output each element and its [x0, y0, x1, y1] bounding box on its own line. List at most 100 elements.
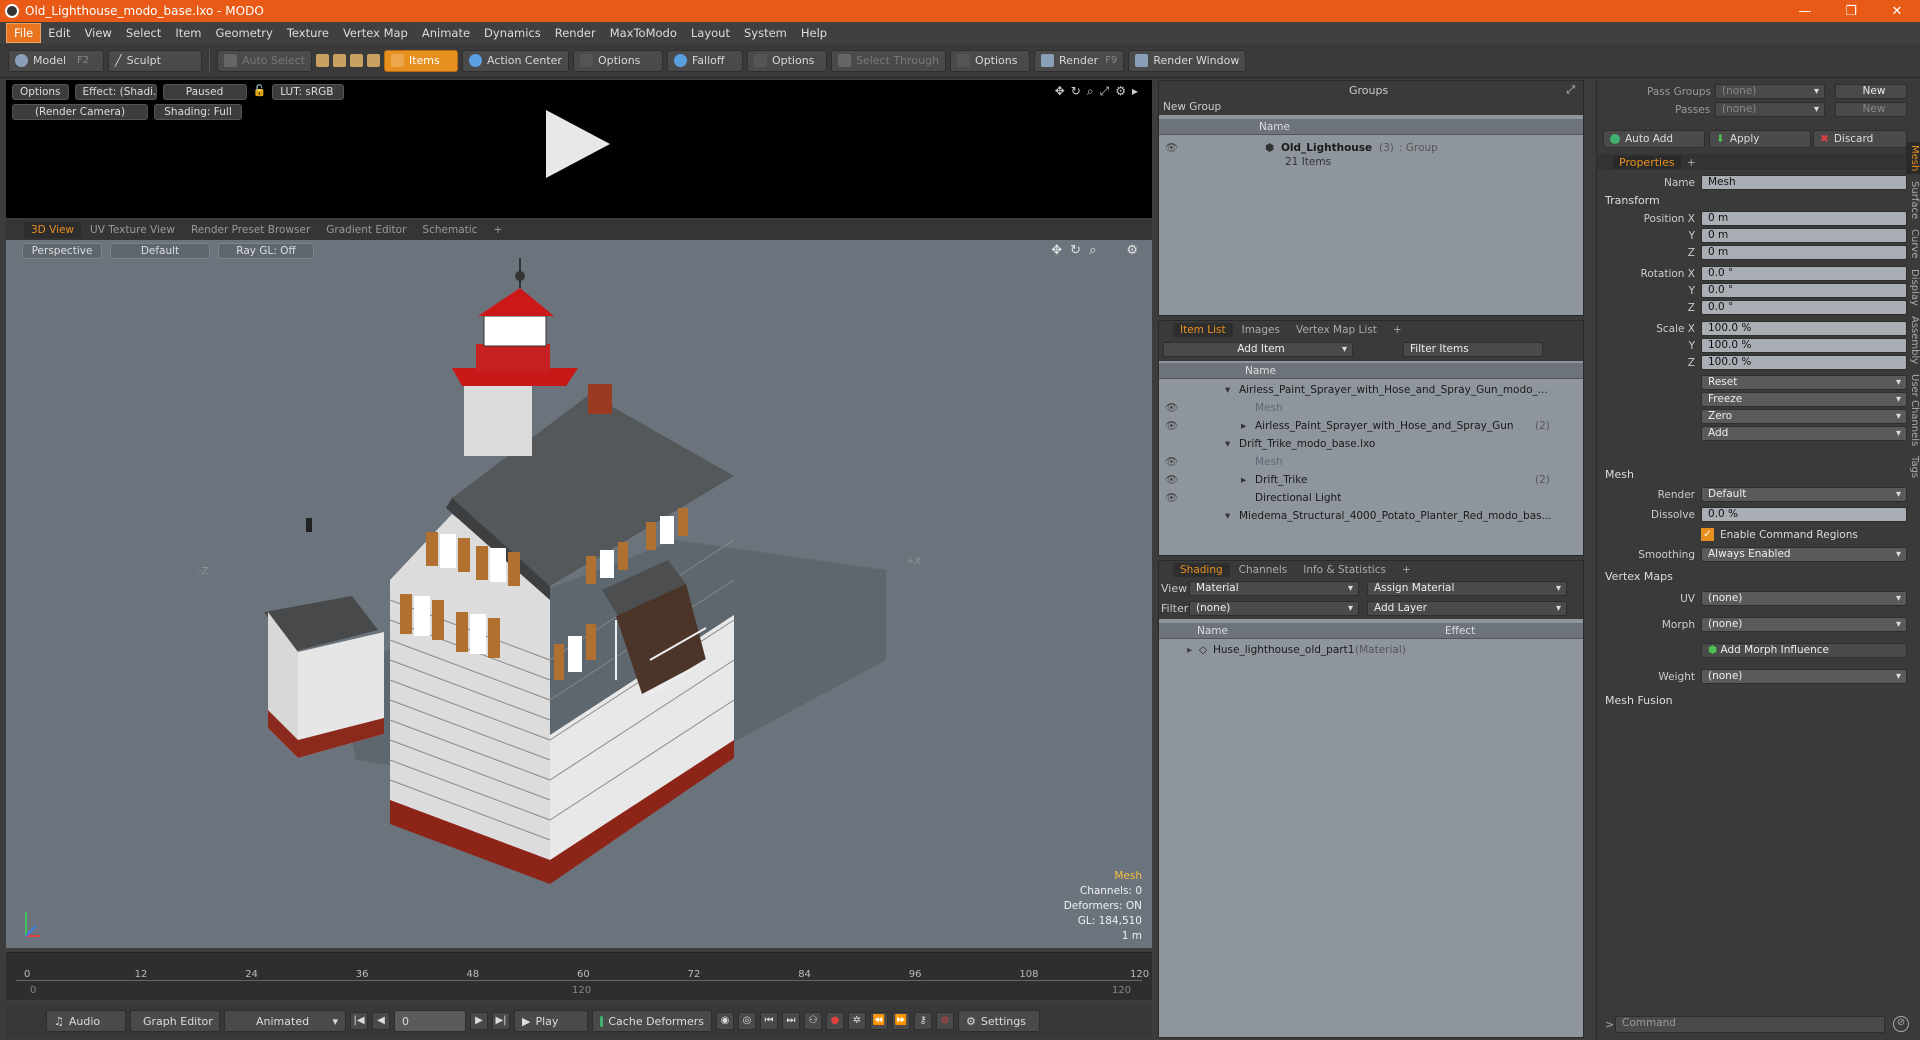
- next-frame-icon[interactable]: ▶: [470, 1012, 488, 1030]
- expand-icon[interactable]: ⤢: [1566, 83, 1583, 97]
- menu-dynamics[interactable]: Dynamics: [477, 24, 548, 42]
- scale-y-field[interactable]: 100.0 %: [1701, 338, 1907, 353]
- command-stop-icon[interactable]: ⊘: [1893, 1016, 1909, 1032]
- timeline[interactable]: 0 12 24 36 48 60 72 84 96 108 120 0 120 120: [6, 952, 1152, 1000]
- passes-dropdown[interactable]: (none): [1715, 102, 1825, 117]
- side-tab-surface[interactable]: Surface: [1906, 178, 1920, 222]
- menu-item[interactable]: Item: [168, 24, 208, 42]
- side-tab-display[interactable]: Display: [1906, 266, 1920, 309]
- minimize-icon[interactable]: —: [1782, 4, 1828, 19]
- menu-geometry[interactable]: Geometry: [209, 24, 280, 42]
- items-mode-button[interactable]: Items: [383, 49, 458, 72]
- record-mode-icon[interactable]: ⚇: [804, 1012, 822, 1030]
- rotation-z-field[interactable]: 0.0 °: [1701, 300, 1907, 315]
- menu-maxtomodo[interactable]: MaxToModo: [603, 24, 684, 42]
- tab-render-preset-browser[interactable]: Render Preset Browser: [184, 222, 317, 238]
- render-button[interactable]: Render F9: [1034, 49, 1125, 72]
- shading-dropdown[interactable]: Shading: Full: [154, 104, 242, 120]
- keys-icon[interactable]: ⚷: [914, 1012, 932, 1030]
- position-z-field[interactable]: 0 m: [1701, 245, 1907, 260]
- expand-arrow-icon[interactable]: ▸: [1187, 641, 1192, 659]
- add-morph-influence-button[interactable]: ⬢ Add Morph Influence: [1701, 643, 1907, 658]
- maximize-icon[interactable]: ⤢: [1100, 84, 1110, 99]
- transform-section[interactable]: Transform: [1605, 194, 1660, 207]
- new-group-button[interactable]: New Group: [1159, 99, 1583, 115]
- vertices-mode-icon[interactable]: [315, 54, 329, 67]
- expand-arrow-icon[interactable]: ▸: [1241, 417, 1246, 435]
- move-icon[interactable]: ✥: [1055, 84, 1065, 99]
- tab-properties[interactable]: Properties: [1613, 155, 1681, 169]
- visibility-eye-icon[interactable]: 👁: [1165, 399, 1178, 417]
- restore-icon[interactable]: ❐: [1828, 4, 1874, 19]
- visibility-eye-icon[interactable]: 👁: [1165, 471, 1178, 489]
- command-input[interactable]: Command: [1615, 1016, 1885, 1033]
- menu-animate[interactable]: Animate: [415, 24, 477, 42]
- side-tab-assembly[interactable]: Assembly: [1906, 313, 1920, 367]
- expand-arrow-icon[interactable]: ▾: [1225, 435, 1230, 453]
- reset-dropdown[interactable]: Reset: [1701, 375, 1907, 390]
- tab-vertex-map-list[interactable]: Vertex Map List: [1289, 323, 1384, 337]
- mesh-section[interactable]: Mesh: [1605, 468, 1634, 481]
- zoom-icon[interactable]: ⌕: [1087, 84, 1094, 99]
- tab-gradient-editor[interactable]: Gradient Editor: [319, 222, 413, 238]
- rotate-icon[interactable]: ↻: [1071, 84, 1081, 99]
- graph-editor-button[interactable]: Graph Editor: [130, 1010, 220, 1032]
- lut-dropdown[interactable]: LUT: sRGB: [272, 84, 345, 100]
- next-key-icon[interactable]: ⏭: [782, 1012, 800, 1030]
- falloff-button[interactable]: Falloff: [666, 49, 743, 72]
- cache-deformers-button[interactable]: Cache Deformers: [592, 1010, 712, 1032]
- edges-mode-icon[interactable]: [332, 54, 346, 67]
- assign-material-dropdown[interactable]: Assign Material: [1367, 581, 1567, 596]
- add-tab-icon[interactable]: +: [1386, 323, 1409, 337]
- play-preview-icon[interactable]: [546, 110, 610, 178]
- list-item[interactable]: 👁 Mesh: [1159, 399, 1583, 417]
- falloff-options-button[interactable]: Options: [746, 49, 827, 72]
- name-field[interactable]: Mesh: [1701, 175, 1907, 190]
- list-item[interactable]: 👁 Directional Light: [1159, 489, 1583, 507]
- prev-key-icon[interactable]: ⏮: [760, 1012, 778, 1030]
- step-back-icon[interactable]: ⏪: [870, 1012, 888, 1030]
- add-tab-icon[interactable]: +: [486, 222, 509, 238]
- go-to-end-icon[interactable]: ▶|: [492, 1012, 510, 1030]
- auto-key-icon[interactable]: ◎: [738, 1012, 756, 1030]
- position-y-field[interactable]: 0 m: [1701, 228, 1907, 243]
- render-window-button[interactable]: Render Window: [1128, 49, 1247, 72]
- expand-arrow-icon[interactable]: ▸: [1241, 471, 1246, 489]
- add-item-dropdown[interactable]: Add Item: [1163, 342, 1353, 357]
- tab-uv-texture-view[interactable]: UV Texture View: [83, 222, 182, 238]
- weight-dropdown[interactable]: (none): [1701, 669, 1907, 684]
- side-tab-tags[interactable]: Tags: [1906, 453, 1920, 481]
- close-icon[interactable]: ✕: [1874, 4, 1920, 19]
- tab-item-list[interactable]: Item List: [1173, 323, 1233, 337]
- menu-select[interactable]: Select: [119, 24, 168, 42]
- side-tab-user-channels[interactable]: User Channels: [1906, 371, 1920, 449]
- action-center-button[interactable]: Action Center: [461, 49, 569, 72]
- pass-groups-dropdown[interactable]: (none): [1715, 84, 1825, 99]
- rotation-y-field[interactable]: 0.0 °: [1701, 283, 1907, 298]
- select-options-button[interactable]: Options: [950, 49, 1031, 72]
- key-filter-icon[interactable]: ✲: [848, 1012, 866, 1030]
- lock-icon[interactable]: 🔓: [253, 84, 267, 100]
- effect-dropdown[interactable]: Effect: (Shadi...: [74, 84, 157, 100]
- visibility-eye-icon[interactable]: 👁: [1165, 489, 1178, 507]
- visibility-eye-icon[interactable]: 👁: [1165, 417, 1178, 435]
- previous-frame-icon[interactable]: ◀: [372, 1012, 390, 1030]
- play-button[interactable]: ▶ Play: [514, 1010, 588, 1032]
- sculpt-button[interactable]: ╱ Sculpt: [108, 49, 202, 72]
- render-camera-dropdown[interactable]: (Render Camera): [12, 104, 148, 120]
- list-item[interactable]: 👁 ▸ Airless_Paint_Sprayer_with_Hose_and_Sp…: [1159, 417, 1583, 435]
- tab-images[interactable]: Images: [1235, 323, 1287, 337]
- material-row[interactable]: ▸ ◇ Huse_lighthouse_old_part1 (Material): [1159, 641, 1583, 659]
- select-through-button[interactable]: Select Through: [830, 49, 947, 72]
- action-center-options-button[interactable]: Options: [572, 49, 663, 72]
- 3d-viewport[interactable]: Perspective Default Ray GL: Off ✥ ↻ ⌕ ⚙ …: [6, 240, 1152, 948]
- new-pass-button[interactable]: New: [1835, 102, 1907, 117]
- list-item[interactable]: ▾ Miedema_Structural_4000_Potato_Planter_…: [1159, 507, 1583, 525]
- menu-system[interactable]: System: [737, 24, 794, 42]
- tab-schematic[interactable]: Schematic: [415, 222, 484, 238]
- settings-button[interactable]: ⚙ Settings: [958, 1010, 1040, 1032]
- polygons-mode-icon[interactable]: [349, 54, 363, 67]
- preview-options-button[interactable]: Options: [12, 84, 69, 100]
- morph-dropdown[interactable]: (none): [1701, 617, 1907, 632]
- menu-vertex-map[interactable]: Vertex Map: [336, 24, 415, 42]
